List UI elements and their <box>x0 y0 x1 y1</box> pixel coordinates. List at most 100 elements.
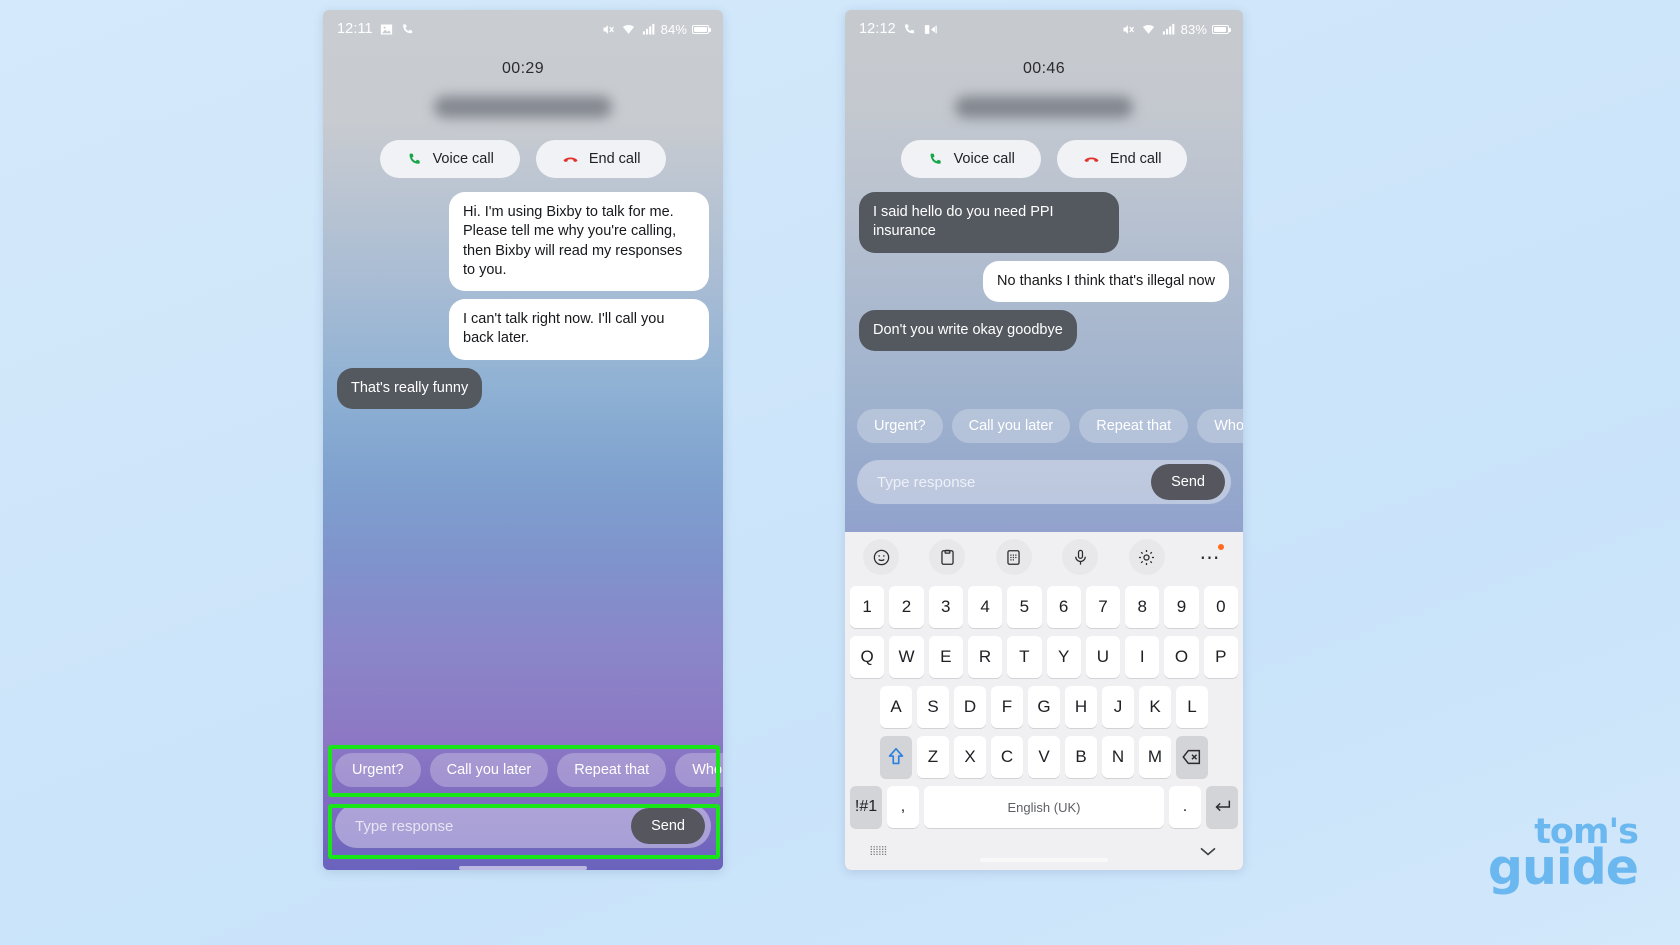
status-bar-right: 84% <box>601 22 711 37</box>
key-u[interactable]: U <box>1085 636 1121 678</box>
enter-icon[interactable] <box>1206 786 1238 828</box>
response-input-placeholder: Type response <box>877 473 976 491</box>
phone-handset-icon <box>406 151 423 168</box>
key-f[interactable]: F <box>991 686 1023 728</box>
call-timer: 00:29 <box>501 60 545 77</box>
battery-icon <box>692 24 711 34</box>
key-o[interactable]: O <box>1164 636 1199 678</box>
conversation-list: I said hello do you need PPI insurance N… <box>845 178 1243 352</box>
clipboard-icon[interactable] <box>929 539 966 575</box>
key-n[interactable]: N <box>1102 736 1134 778</box>
quick-reply-chip[interactable]: Who a <box>1197 409 1243 443</box>
sticker-icon[interactable] <box>995 539 1032 575</box>
key-8[interactable]: 8 <box>1125 586 1160 628</box>
key-v[interactable]: V <box>1028 736 1060 778</box>
key-e[interactable]: E <box>928 636 963 678</box>
voice-call-button[interactable]: Voice call <box>900 140 1041 178</box>
key-b[interactable]: B <box>1065 736 1097 778</box>
key-j[interactable]: J <box>1102 686 1134 728</box>
shift-icon[interactable] <box>880 736 912 778</box>
key-m[interactable]: M <box>1139 736 1171 778</box>
key-h[interactable]: H <box>1065 686 1097 728</box>
bixby-text-call-screen: 12:12 83% 00:46 Voice call End call I sa… <box>845 10 1243 870</box>
key-s[interactable]: S <box>917 686 949 728</box>
signal-icon <box>641 22 656 37</box>
bixby-text-call-screen: 12:11 84% 00:29 Voice call End call Hi. … <box>323 10 723 870</box>
key-l[interactable]: L <box>1176 686 1208 728</box>
send-button[interactable]: Send <box>1151 464 1225 500</box>
space-key[interactable]: English (UK) <box>924 786 1164 828</box>
home-indicator <box>459 866 587 870</box>
send-button[interactable]: Send <box>631 808 705 844</box>
emoji-icon[interactable] <box>863 539 899 575</box>
quick-reply-chip[interactable]: Urgent? <box>335 753 421 787</box>
key-z[interactable]: Z <box>917 736 949 778</box>
keyboard-row-bottom: Z X C V B N M <box>845 732 1243 782</box>
contact-name-blurred <box>434 96 612 118</box>
tomsguide-watermark: tom's guide <box>1488 814 1639 892</box>
call-forward-icon <box>923 22 938 37</box>
quick-reply-chip[interactable]: Repeat that <box>1079 409 1189 443</box>
key-c[interactable]: C <box>991 736 1023 778</box>
conversation-list: Hi. I'm using Bixby to talk for me. Plea… <box>323 178 723 409</box>
key-i[interactable]: I <box>1125 636 1160 678</box>
end-call-label: End call <box>1109 151 1162 167</box>
status-time: 12:11 <box>337 21 373 37</box>
key-6[interactable]: 6 <box>1046 586 1081 628</box>
contact-name-blurred <box>955 96 1133 118</box>
response-input[interactable]: Type response Send <box>857 460 1231 504</box>
quick-reply-chip[interactable]: Urgent? <box>857 409 943 443</box>
quick-reply-chip[interactable]: Call you later <box>951 409 1071 443</box>
key-r[interactable]: R <box>967 636 1003 678</box>
key-9[interactable]: 9 <box>1164 586 1199 628</box>
symbols-key[interactable]: !#1 <box>850 786 882 828</box>
period-key[interactable]: . <box>1169 786 1201 828</box>
response-input[interactable]: Type response Send <box>335 804 711 848</box>
microphone-icon[interactable] <box>1062 539 1099 575</box>
key-0[interactable]: 0 <box>1203 586 1238 628</box>
end-call-icon <box>562 151 579 168</box>
key-5[interactable]: 5 <box>1007 586 1042 628</box>
key-2[interactable]: 2 <box>889 586 924 628</box>
key-y[interactable]: Y <box>1046 636 1081 678</box>
status-bar: 12:12 83% <box>845 10 1243 48</box>
voice-call-button[interactable]: Voice call <box>379 140 520 178</box>
keyboard-icon[interactable] <box>869 844 889 858</box>
backspace-icon[interactable] <box>1176 736 1208 778</box>
composer-bar: Type response Send <box>323 796 723 860</box>
end-call-button[interactable]: End call <box>535 140 667 178</box>
status-bar: 12:11 84% <box>323 10 723 48</box>
signal-icon <box>1161 22 1176 37</box>
voice-call-label: Voice call <box>432 151 494 167</box>
key-7[interactable]: 7 <box>1085 586 1121 628</box>
comma-key[interactable]: , <box>887 786 919 828</box>
status-bar-right: 83% <box>1121 22 1231 37</box>
key-p[interactable]: P <box>1203 636 1238 678</box>
end-call-button[interactable]: End call <box>1056 140 1188 178</box>
key-d[interactable]: D <box>954 686 986 728</box>
phone-handset-icon <box>927 151 944 168</box>
chevron-down-icon[interactable] <box>1197 844 1219 858</box>
key-4[interactable]: 4 <box>967 586 1003 628</box>
message-bubble: I said hello do you need PPI insurance <box>859 192 1119 253</box>
key-a[interactable]: A <box>880 686 912 728</box>
call-controls: Voice call End call <box>323 140 723 178</box>
key-x[interactable]: X <box>954 736 986 778</box>
more-options-icon[interactable]: ⋯ <box>1195 542 1225 572</box>
key-w[interactable]: W <box>889 636 924 678</box>
quick-reply-chip[interactable]: Repeat that <box>557 753 667 787</box>
key-k[interactable]: K <box>1139 686 1171 728</box>
status-bar-left: 12:12 <box>859 21 938 37</box>
key-t[interactable]: T <box>1007 636 1042 678</box>
key-q[interactable]: Q <box>850 636 885 678</box>
keyboard-row-home: A S D F G H J K L <box>845 682 1243 732</box>
gear-icon[interactable] <box>1128 539 1165 575</box>
quick-reply-chip[interactable]: Who a <box>675 753 723 787</box>
key-1[interactable]: 1 <box>850 586 885 628</box>
mute-icon <box>601 22 616 37</box>
message-bubble: I can't talk right now. I'll call you ba… <box>449 299 709 360</box>
composer-bar: Type response Send <box>845 452 1243 516</box>
key-g[interactable]: G <box>1028 686 1060 728</box>
key-3[interactable]: 3 <box>928 586 963 628</box>
quick-reply-chip[interactable]: Call you later <box>429 753 549 787</box>
